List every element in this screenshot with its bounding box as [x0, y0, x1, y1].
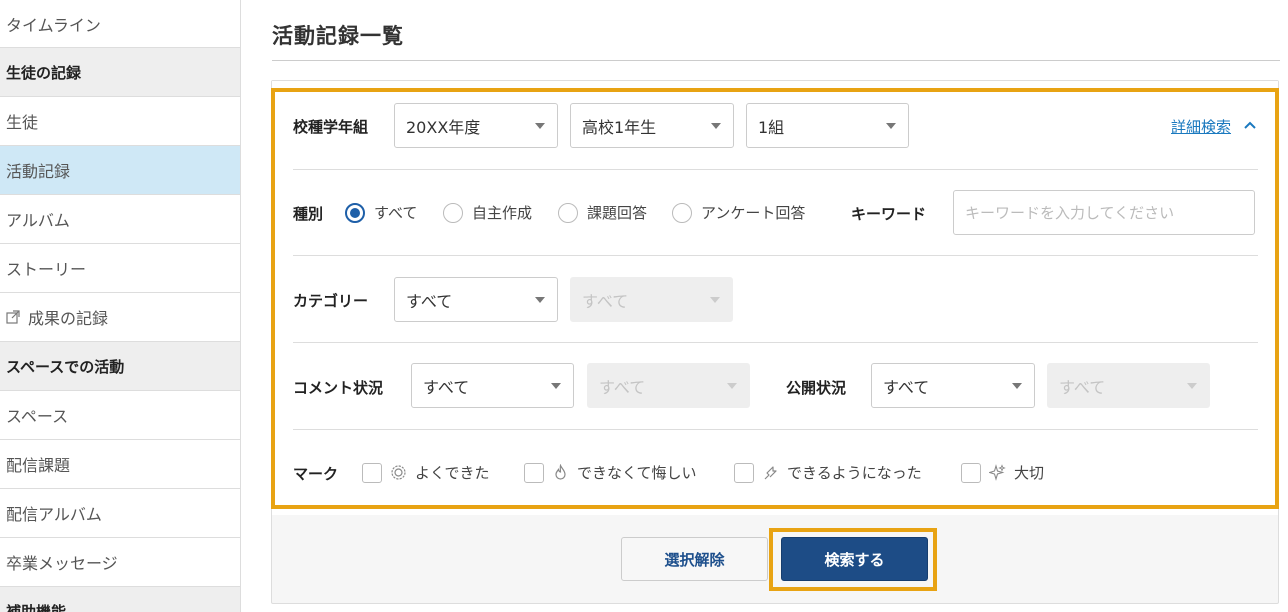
- sidebar-section-space-activities: スペースでの活動: [0, 342, 240, 391]
- sidebar-item-label: アルバム: [6, 211, 70, 230]
- page-title: 活動記録一覧: [272, 24, 404, 48]
- sidebar-item-label: タイムライン: [6, 15, 101, 35]
- sidebar-section-label: 生徒の記録: [6, 63, 82, 82]
- sidebar-item-label: 配信課題: [6, 456, 71, 475]
- sidebar-item-timeline[interactable]: タイムライン: [0, 0, 240, 48]
- sidebar-item-students[interactable]: 生徒: [0, 97, 240, 146]
- filter-highlight-frame: [271, 88, 1279, 509]
- search-button[interactable]: 検索する: [781, 537, 928, 581]
- sidebar-item-label: 配信アルバム: [6, 505, 102, 524]
- clear-selection-button[interactable]: 選択解除: [621, 537, 768, 581]
- sidebar-section-label: 補助機能: [6, 602, 67, 612]
- sidebar-item-distributed-album[interactable]: 配信アルバム: [0, 489, 240, 538]
- sidebar-item-graduation-message[interactable]: 卒業メッセージ: [0, 538, 240, 587]
- sidebar-item-space[interactable]: スペース: [0, 391, 240, 440]
- sidebar-item-album[interactable]: アルバム: [0, 195, 240, 244]
- sidebar-item-story[interactable]: ストーリー: [0, 244, 240, 293]
- external-link-icon: [6, 310, 20, 324]
- sidebar-section-student-records: 生徒の記録: [0, 48, 240, 97]
- sidebar-section-support-features: 補助機能: [0, 587, 240, 612]
- sidebar-item-activity-records[interactable]: 活動記録: [0, 146, 240, 195]
- sidebar-item-label: 卒業メッセージ: [6, 554, 118, 573]
- sidebar-item-achievement-records[interactable]: 成果の記録: [0, 293, 240, 342]
- sidebar-item-label: 成果の記録: [28, 309, 109, 328]
- sidebar-item-label: 活動記録: [6, 162, 71, 181]
- title-divider: [272, 60, 1280, 61]
- sidebar: タイムライン 生徒の記録 生徒 活動記録 アルバム ストーリー 成果の記録 スペ…: [0, 0, 241, 612]
- sidebar-section-label: スペースでの活動: [6, 357, 125, 376]
- sidebar-item-distributed-assignments[interactable]: 配信課題: [0, 440, 240, 489]
- sidebar-item-label: スペース: [6, 407, 69, 426]
- sidebar-item-label: 生徒: [6, 113, 39, 132]
- sidebar-item-label: ストーリー: [6, 260, 87, 279]
